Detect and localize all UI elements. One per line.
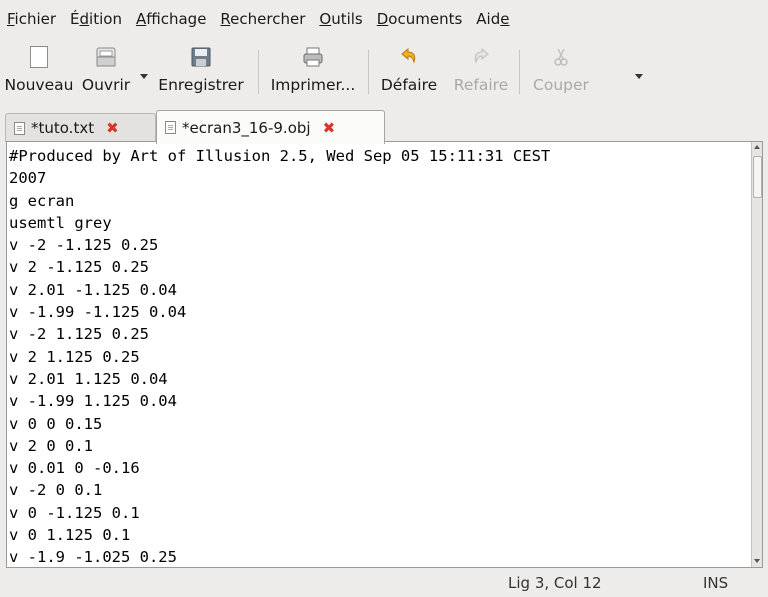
toolbar: Nouveau Ouvrir Enregistrer Imprimer... D… [0, 38, 768, 104]
text-document-icon [14, 121, 25, 135]
editor-line: v -1.9 -1.025 0.25 [9, 548, 177, 565]
printer-icon [300, 44, 326, 70]
close-x-icon[interactable]: ✖ [106, 119, 119, 137]
chevron-down-icon [635, 73, 643, 79]
scissors-icon [548, 44, 574, 70]
open-recent-dropdown[interactable] [137, 38, 151, 104]
undo-button[interactable]: Défaire [373, 38, 445, 104]
menu-bar: Fichier Édition Affichage Rechercher Out… [0, 0, 768, 38]
print-button[interactable]: Imprimer... [264, 38, 362, 104]
undo-arrow-icon [396, 44, 422, 70]
document-new-icon [26, 44, 52, 70]
tab-title: *tuto.txt [31, 119, 95, 137]
chevron-up-icon [754, 145, 760, 149]
menu-fichier[interactable]: Fichier [0, 0, 63, 38]
save-button[interactable]: Enregistrer [151, 38, 251, 104]
editor-line: v 0 1.125 0.1 [9, 526, 131, 545]
editor-line: v -2 1.125 0.25 [9, 325, 149, 344]
cut-button[interactable]: Couper [522, 38, 600, 104]
menu-affichage[interactable]: Affichage [129, 0, 213, 38]
new-button[interactable]: Nouveau [3, 38, 75, 104]
tab-tuto-txt[interactable]: *tuto.txt ✖ [5, 113, 156, 142]
editor-line: v -1.99 -1.125 0.04 [9, 303, 187, 322]
toolbar-overflow-dropdown[interactable] [632, 38, 646, 104]
editor-line: v 2 -1.125 0.25 [9, 258, 149, 277]
tab-title: *ecran3_16-9.obj [182, 118, 311, 137]
editor-line: g ecran [9, 191, 75, 210]
redo-button[interactable]: Refaire [445, 38, 517, 104]
editor-line: v -1.99 1.125 0.04 [9, 392, 177, 411]
editor-line: v 2.01 1.125 0.04 [9, 369, 168, 388]
editor-line: v -2 -1.125 0.25 [9, 236, 159, 255]
editor-line: v 2 1.125 0.25 [9, 347, 140, 366]
editor-line: usemtl grey [9, 213, 112, 232]
insert-mode-indicator: INS [703, 574, 729, 592]
open-button[interactable]: Ouvrir [75, 38, 137, 104]
scroll-down-button[interactable] [752, 555, 762, 567]
editor-line: #Produced by Art of Illusion 2.5, Wed Se… [9, 147, 551, 165]
tab-ecran3-obj[interactable]: *ecran3_16-9.obj ✖ [156, 110, 385, 144]
scrollbar-thumb[interactable] [753, 156, 762, 198]
menu-edition[interactable]: Édition [63, 0, 129, 38]
toolbar-separator [519, 50, 520, 94]
open-button-label: Ouvrir [81, 76, 131, 94]
vertical-scrollbar[interactable] [751, 142, 762, 567]
editor-line: v 0 -1.125 0.1 [9, 503, 140, 522]
toolbar-separator [368, 50, 369, 94]
cursor-position: Lig 3, Col 12 [508, 574, 602, 592]
new-button-label: Nouveau [4, 76, 74, 94]
floppy-disk-icon [188, 44, 214, 70]
undo-button-label: Défaire [380, 76, 438, 94]
menu-outils[interactable]: Outils [312, 0, 369, 38]
tab-bar: *tuto.txt ✖ *ecran3_16-9.obj ✖ [0, 106, 768, 144]
editor-line: v 2 0 0.1 [9, 436, 93, 455]
redo-button-label: Refaire [453, 76, 509, 94]
chevron-down-icon [140, 73, 148, 79]
status-bar: Lig 3, Col 12 INS [0, 570, 768, 597]
editor-line: v 2.01 -1.125 0.04 [9, 280, 177, 299]
print-button-label: Imprimer... [270, 76, 356, 94]
editor-line: v -2 0 0.1 [9, 481, 103, 500]
chevron-down-icon [754, 559, 760, 563]
editor-line: 2007 [9, 169, 47, 188]
editor-line: v 0 0 0.15 [9, 414, 103, 433]
menu-documents[interactable]: Documents [370, 0, 470, 38]
redo-arrow-icon [468, 44, 494, 70]
editor-line: v 0.01 0 -0.16 [9, 459, 140, 478]
text-editor[interactable]: #Produced by Art of Illusion 2.5, Wed Se… [9, 145, 753, 565]
menu-rechercher[interactable]: Rechercher [213, 0, 312, 38]
menu-aide[interactable]: Aide [469, 0, 516, 38]
folder-open-icon [93, 44, 119, 70]
scroll-up-button[interactable] [752, 142, 762, 152]
text-document-icon [165, 121, 176, 134]
cut-button-label: Couper [533, 76, 589, 94]
close-x-icon[interactable]: ✖ [323, 119, 336, 137]
toolbar-separator [258, 50, 259, 94]
editor-frame: #Produced by Art of Illusion 2.5, Wed Se… [6, 141, 763, 568]
save-button-label: Enregistrer [158, 76, 244, 94]
